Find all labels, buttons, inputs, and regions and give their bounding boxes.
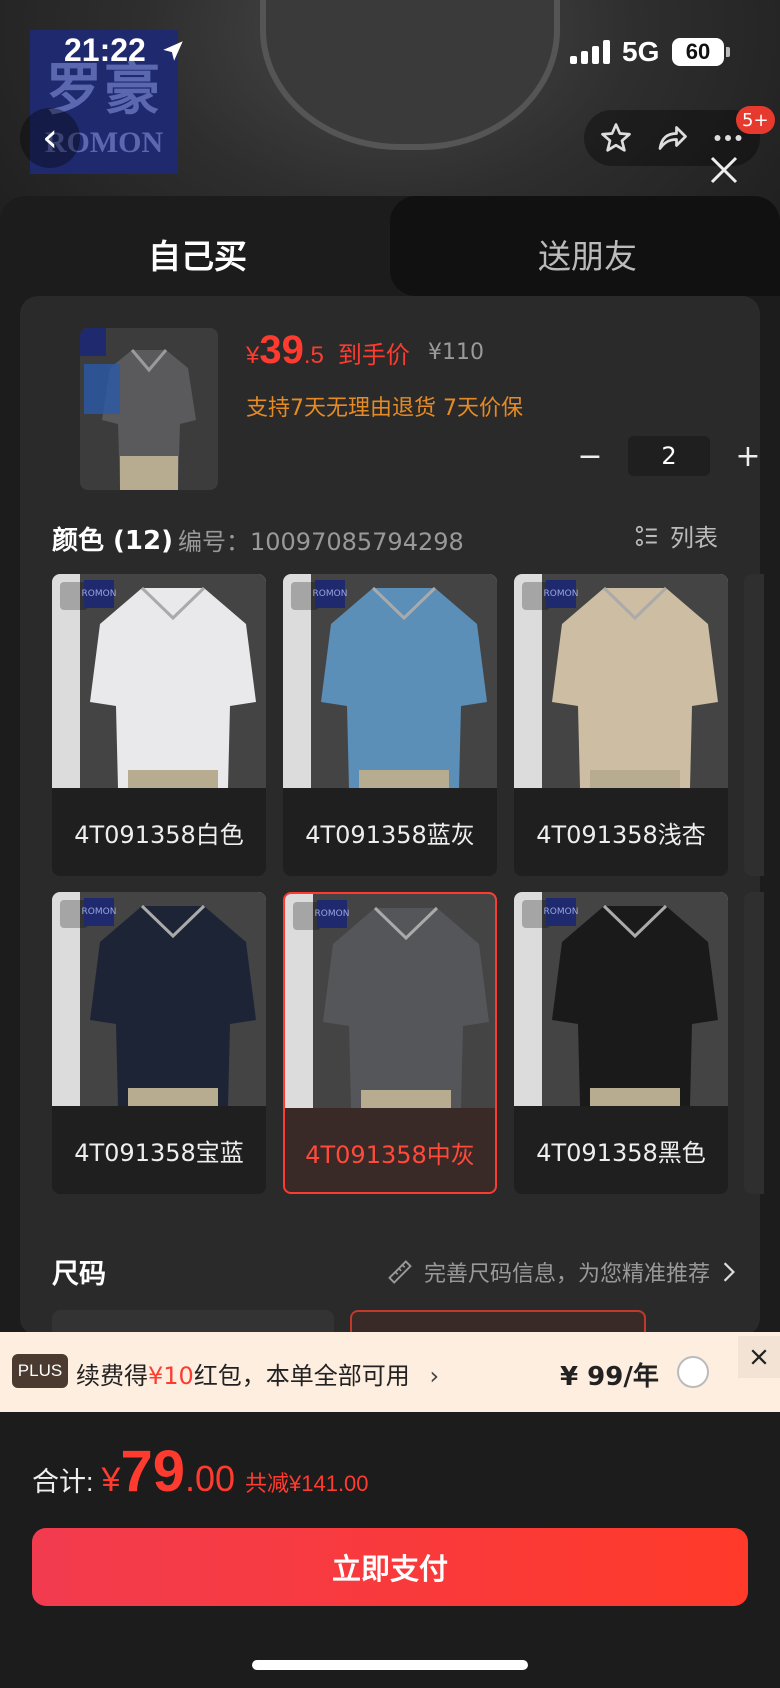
pay-now-button[interactable]: 立即支付: [32, 1528, 748, 1606]
plus-close-button[interactable]: [738, 1336, 780, 1378]
home-indicator[interactable]: [252, 1660, 528, 1670]
color-option-image: ROMON: [283, 574, 497, 788]
color-option-label: 4T091358浅杏: [536, 820, 706, 849]
signal-icon: [570, 40, 610, 64]
brand-mini-logo: ROMON: [544, 580, 578, 608]
quantity-decrease-button[interactable]: −: [570, 439, 610, 474]
back-button[interactable]: ‹: [20, 108, 80, 168]
brand-mini-logo: ROMON: [82, 580, 116, 608]
color-option-label: 4T091358蓝灰: [305, 820, 475, 849]
list-view-toggle[interactable]: 列表: [634, 518, 718, 553]
original-price: ¥110: [428, 340, 484, 365]
color-option-image: ROMON: [285, 894, 495, 1108]
quantity-stepper: − 2 +: [570, 436, 768, 476]
total-integer: 79: [120, 1439, 185, 1504]
color-option-peek[interactable]: [744, 574, 764, 876]
color-option-label: 4T091358宝蓝: [74, 1138, 244, 1167]
plus-select-radio[interactable]: [677, 1356, 709, 1388]
price-decimal: .5: [303, 342, 324, 369]
ruler-icon: [388, 1260, 412, 1284]
quantity-value[interactable]: 2: [628, 436, 710, 476]
color-option[interactable]: ROMON 4T091358白色: [52, 574, 266, 876]
color-option[interactable]: ROMON 4T091358宝蓝: [52, 892, 266, 1194]
color-option-image: ROMON: [514, 574, 728, 788]
share-icon[interactable]: [654, 120, 690, 156]
thumbnail-shirt-image: [80, 328, 218, 490]
guarantee-text: 支持7天无理由退货 7天价保: [246, 396, 523, 421]
color-option-label: 4T091358中灰: [305, 1140, 475, 1169]
color-option-peek[interactable]: [744, 892, 764, 1194]
color-option-label: 4T091358白色: [74, 820, 244, 849]
battery-icon: 60: [672, 38, 730, 66]
notification-badge: 5+: [736, 106, 775, 134]
price-integer: 39: [259, 328, 304, 372]
chevron-right-icon: ›: [429, 1362, 440, 1390]
size-section-title: 尺码: [52, 1259, 106, 1290]
plus-text-amount: ¥10: [148, 1362, 194, 1390]
price-tag: 到手价: [337, 342, 410, 369]
brand-mini-logo: ROMON: [313, 580, 347, 608]
color-option[interactable]: ROMON 4T091358浅杏: [514, 574, 728, 876]
location-arrow-icon: [163, 41, 183, 61]
status-bar: 21:22 5G 60: [0, 0, 780, 100]
list-icon: [635, 525, 657, 546]
brand-mini-logo: ROMON: [82, 898, 116, 926]
status-time: 21:22: [64, 32, 146, 68]
list-view-label: 列表: [670, 524, 718, 552]
color-option[interactable]: ROMON 4T091358黑色: [514, 892, 728, 1194]
brand-mini-logo: ROMON: [544, 898, 578, 926]
plus-text-post: 红包，本单全部可用: [193, 1362, 410, 1390]
price-currency: ¥: [246, 342, 260, 369]
color-option-label: 4T091358黑色: [536, 1138, 706, 1167]
close-icon: [751, 1349, 767, 1365]
brand-mini-logo: ROMON: [315, 900, 349, 928]
total-currency: ¥: [101, 1461, 121, 1499]
color-section-title: 颜色 (12): [52, 526, 173, 556]
plus-promo-text[interactable]: 续费得¥10红包，本单全部可用 ›: [76, 1356, 439, 1391]
color-option-selected[interactable]: ROMON 4T091358中灰: [283, 892, 497, 1194]
tab-send-friend-label[interactable]: 送朋友: [538, 230, 637, 278]
selected-product-thumbnail[interactable]: [80, 328, 218, 490]
color-option-image: ROMON: [52, 574, 266, 788]
product-code: 编号：10097085794298: [178, 528, 464, 556]
close-sheet-icon[interactable]: [706, 152, 742, 188]
quantity-increase-button[interactable]: +: [728, 439, 768, 474]
color-option[interactable]: ROMON 4T091358蓝灰: [283, 574, 497, 876]
chevron-right-icon: [723, 1262, 735, 1282]
plus-badge: PLUS: [12, 1354, 68, 1388]
network-type: 5G: [622, 36, 660, 67]
size-recommend-link[interactable]: 完善尺码信息，为您精准推荐: [386, 1256, 738, 1288]
price-display: ¥39.5 到手价: [246, 328, 410, 373]
total-decimal: .00: [184, 1458, 235, 1499]
plus-price: ¥ 99/年: [560, 1362, 659, 1392]
total-label: 合计:: [32, 1467, 94, 1497]
total-savings: 共减¥141.00: [245, 1471, 369, 1496]
tab-buy-self-label[interactable]: 自己买: [148, 230, 247, 278]
star-favorite-icon[interactable]: [598, 120, 634, 156]
size-hint-text: 完善尺码信息，为您精准推荐: [424, 1262, 711, 1287]
color-option-image: ROMON: [514, 892, 728, 1106]
plus-text-pre: 续费得: [76, 1362, 148, 1390]
color-option-image: ROMON: [52, 892, 266, 1106]
order-total: 合计: ¥ 79 .00 共减¥141.00: [32, 1438, 369, 1505]
